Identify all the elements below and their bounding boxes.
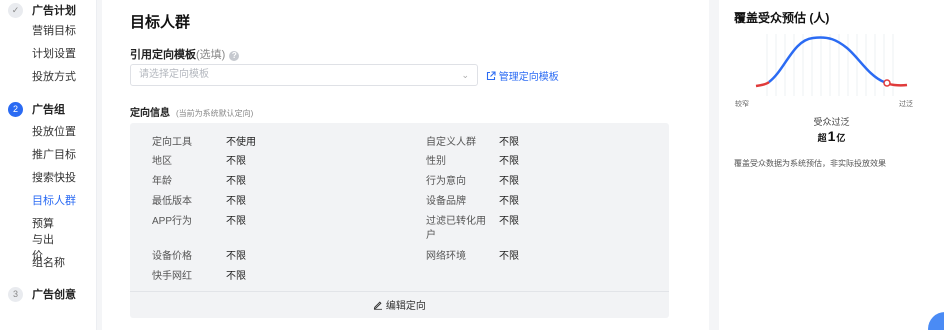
row-value-age: 不限	[226, 176, 246, 187]
page-title: 目标人群	[130, 14, 191, 31]
row-label-filter-converted: 过滤已转化用户	[426, 216, 486, 241]
count-unit: 亿	[836, 133, 846, 143]
row-label-gender: 性别	[426, 156, 446, 167]
sidebar-item-plan-settings[interactable]: 计划设置	[32, 46, 92, 62]
step-ad-group[interactable]: 2 广告组	[8, 101, 65, 117]
count-prefix: 超	[817, 133, 827, 143]
count-number: 1	[827, 128, 836, 144]
edit-targeting-button[interactable]: 编辑定向	[130, 297, 669, 312]
template-label-text: 引用定向模板	[130, 49, 196, 61]
row-value-app-behavior: 不限	[226, 216, 246, 227]
row-value-device-price: 不限	[226, 251, 246, 262]
narrow-label: 较窄	[735, 101, 749, 108]
external-link-icon	[486, 71, 499, 83]
estimate-note: 覆盖受众数据为系统预估，非实际投放效果	[734, 159, 886, 168]
chevron-down-icon: ⌄	[461, 70, 469, 80]
target-audience-panel: 目标人群 引用定向模板(选填)? 请选择定向模板 ⌄ 管理定向模板 定向信息 (当…	[102, 0, 709, 330]
row-value-device-brand: 不限	[499, 196, 519, 207]
row-label-kol: 快手网红	[152, 271, 192, 282]
sidebar-item-group-name[interactable]: 组名称	[32, 255, 92, 271]
edit-icon	[373, 301, 386, 312]
row-label-min-version: 最低版本	[152, 196, 192, 207]
row-label-intent: 行为意向	[426, 176, 466, 187]
step-number: 2	[8, 101, 23, 117]
gauge-marker	[883, 79, 891, 87]
row-label-device-brand: 设备品牌	[426, 196, 466, 207]
row-value-intent: 不限	[499, 176, 519, 187]
check-icon: ✓	[8, 2, 23, 18]
step-number: 3	[8, 286, 23, 302]
targeting-info-label: 定向信息 (当前为系统默认定向)	[130, 104, 253, 119]
row-value-custom-audience: 不限	[499, 137, 519, 148]
targeting-hint: (当前为系统默认定向)	[176, 109, 254, 118]
row-value-tool: 不使用	[226, 137, 256, 148]
row-label-network: 网络环境	[426, 251, 466, 262]
row-label-region: 地区	[152, 156, 172, 167]
row-label-custom-audience: 自定义人群	[426, 137, 476, 148]
audience-status: 受众过泛	[813, 117, 850, 127]
help-icon[interactable]: ?	[229, 51, 240, 61]
row-value-filter-converted: 不限	[499, 216, 519, 227]
sidebar-item-search-boost[interactable]: 搜索快投	[32, 170, 92, 186]
sidebar-item-target-audience[interactable]: 目标人群	[32, 193, 92, 209]
row-value-kol: 不限	[226, 271, 246, 282]
manage-template-label: 管理定向模板	[498, 72, 559, 83]
gauge-middle-segment	[768, 36, 885, 84]
step-ad-plan[interactable]: ✓ 广告计划	[8, 2, 76, 18]
row-value-region: 不限	[226, 156, 246, 167]
sidebar-item-placement[interactable]: 投放位置	[32, 124, 92, 140]
row-value-network: 不限	[499, 251, 519, 262]
step-label: 广告计划	[32, 5, 76, 17]
audience-count: 超1亿	[719, 128, 944, 144]
step-label: 广告组	[32, 104, 65, 116]
sidebar-item-promotion-goal[interactable]: 推广目标	[32, 147, 92, 163]
row-value-min-version: 不限	[226, 196, 246, 207]
broad-label: 过泛	[899, 101, 913, 108]
audience-gauge	[755, 34, 908, 96]
template-label: 引用定向模板(选填)?	[130, 46, 240, 62]
row-label-device-price: 设备价格	[152, 251, 192, 262]
sidebar-item-delivery-method[interactable]: 投放方式	[32, 69, 92, 85]
template-placeholder: 请选择定向模板	[139, 69, 209, 80]
step-label: 广告创意	[32, 289, 76, 301]
manage-template-link[interactable]: 管理定向模板	[486, 68, 559, 83]
edit-targeting-label: 编辑定向	[385, 301, 426, 312]
template-select[interactable]: 请选择定向模板 ⌄	[130, 64, 478, 86]
targeting-summary: 定向工具 不使用 地区 不限 年龄 不限 最低版本 不限 APP行为 不限 设备…	[130, 123, 669, 318]
row-label-tool: 定向工具	[152, 137, 192, 148]
divider	[130, 291, 669, 292]
step-ad-creative[interactable]: 3 广告创意	[8, 286, 76, 302]
sidebar-item-marketing-goal[interactable]: 营销目标	[32, 23, 92, 39]
row-label-app-behavior: APP行为	[152, 216, 193, 227]
step-sidebar: ✓ 广告计划 营销目标 计划设置 投放方式 2 广告组 投放位置 推广目标 搜索…	[0, 0, 97, 330]
audience-estimate-panel: 覆盖受众预估 (人) 较窄 过泛 受众过泛 超1亿 覆盖受众数据为系统预估，非实…	[719, 0, 944, 330]
row-label-age: 年龄	[152, 176, 172, 187]
row-value-gender: 不限	[499, 156, 519, 167]
targeting-label-text: 定向信息	[130, 108, 170, 119]
optional-tag: (选填)	[196, 49, 226, 61]
